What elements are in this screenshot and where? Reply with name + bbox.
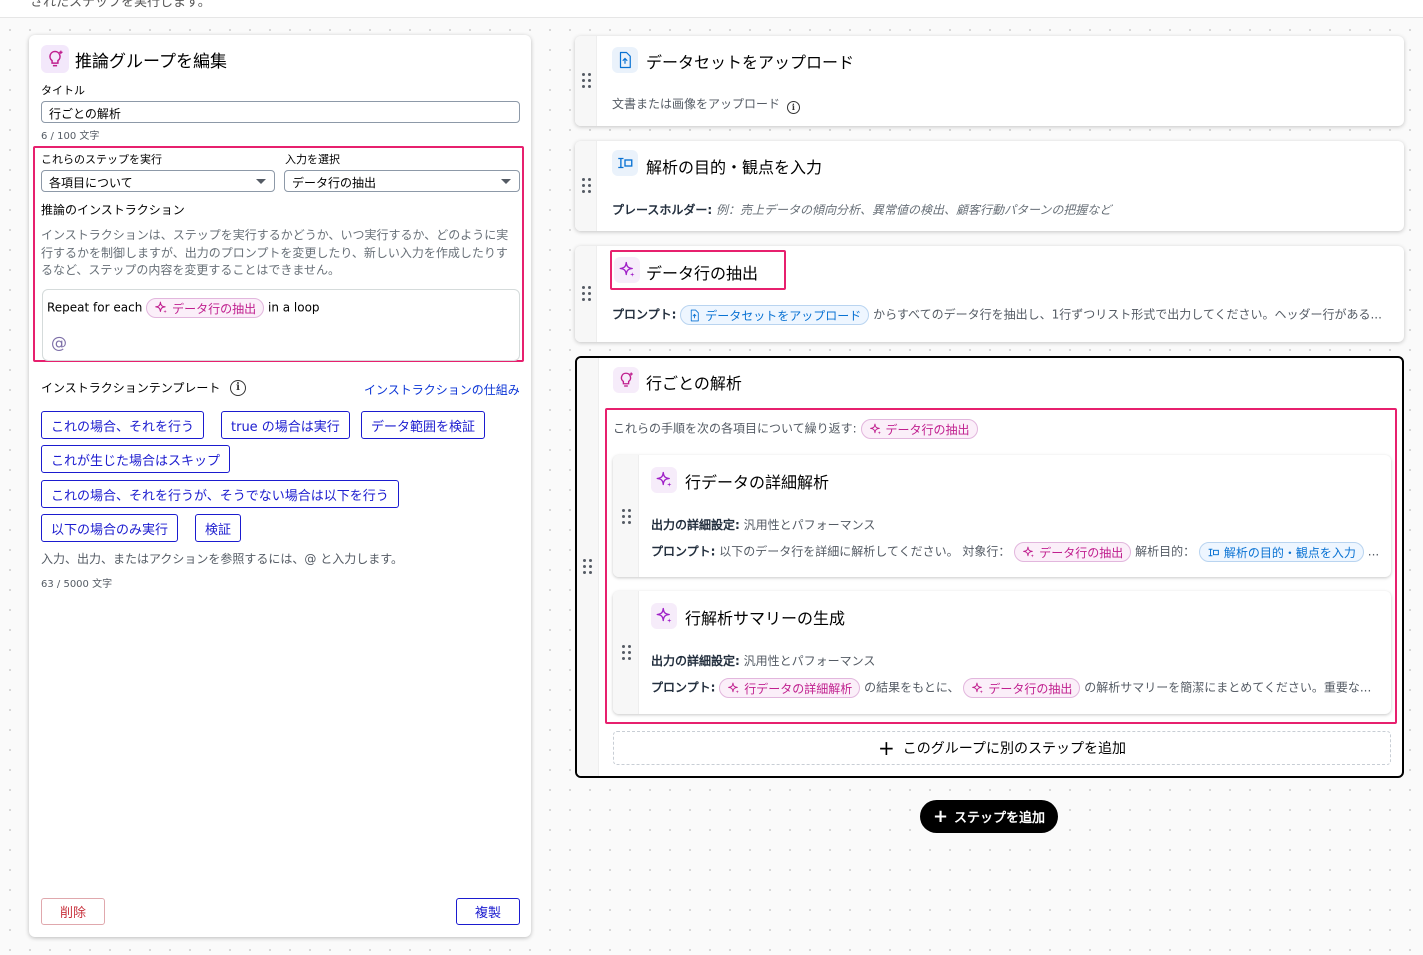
output-detail: 出力の詳細設定: 汎用性とパフォーマンス <box>651 518 876 532</box>
step-title: データセットをアップロード <box>646 53 855 72</box>
templates-heading: インストラクションテンプレート <box>41 381 221 395</box>
panel-title: 推論グループを編集 <box>75 52 227 72</box>
template-skip-if-button[interactable]: これが生じた場合はスキップ <box>41 445 231 473</box>
title-char-count: 6 / 100 文字 <box>41 131 100 142</box>
instruction-heading: 推論のインストラクション <box>41 203 185 217</box>
step-card-upload[interactable]: データセットをアップロード 文書または画像をアップロード i <box>575 36 1404 126</box>
drag-handle[interactable] <box>575 141 597 231</box>
prompt-reference-chip[interactable]: 解析の目的・観点を入力 <box>1198 542 1364 562</box>
drag-handle-icon <box>583 559 593 575</box>
step-title: 行データの詳細解析 <box>685 473 830 492</box>
input-select[interactable]: データ行の抽出 <box>284 170 520 192</box>
drag-handle-icon <box>582 73 592 89</box>
template-validate-button[interactable]: 検証 <box>195 514 242 542</box>
text-input-icon <box>1207 546 1220 559</box>
lightbulb-icon <box>613 367 639 393</box>
sparkle-icon <box>1022 546 1035 559</box>
step-meta: 文書または画像をアップロード i <box>612 95 800 114</box>
group-title: 行ごとの解析 <box>646 374 742 393</box>
top-description: されたステップを実行します。 <box>30 0 211 10</box>
how-instructions-work-link[interactable]: インストラクションの仕組み <box>364 381 520 398</box>
loop-description: これらの手順を次の各項目について繰り返す: データ行の抽出 <box>613 419 978 439</box>
drag-handle[interactable] <box>613 455 639 577</box>
prompt-reference-chip[interactable]: データ行の抽出 <box>1014 542 1132 562</box>
step-title: 解析の目的・観点を入力 <box>646 158 823 177</box>
at-mention-icon[interactable]: @ <box>51 333 67 352</box>
add-step-button[interactable]: + ステップを追加 <box>920 800 1058 833</box>
instruction-description: インストラクションは、ステップを実行するかどうか、いつ実行するか、どのように実行… <box>41 228 509 277</box>
step-title: 行解析サマリーの生成 <box>685 609 846 628</box>
step-card-purpose[interactable]: 解析の目的・観点を入力 プレースホルダー: 例：売上データの傾向分析、異常値の検… <box>575 141 1404 231</box>
sparkle-icon <box>651 467 677 493</box>
input-reference-chip[interactable]: データ行の抽出 <box>146 298 265 318</box>
instruction-editor[interactable]: Repeat for each データ行の抽出 in a loop @ <box>42 289 520 361</box>
loop-reference-chip[interactable]: データ行の抽出 <box>860 419 978 439</box>
prompt-reference-chip[interactable]: データセットをアップロード <box>680 305 870 325</box>
step-meta: プロンプト: データセットをアップロード からすべてのデータ行を抽出し、1行ずつ… <box>612 305 1382 325</box>
reference-hint: 入力、出力、またはアクションを参照するには、@ と入力します。 <box>41 552 404 566</box>
sparkle-icon <box>971 682 984 695</box>
step-title: データ行の抽出 <box>646 264 759 283</box>
lightbulb-icon <box>41 45 69 73</box>
step-card-row-detail[interactable]: 行データの詳細解析 出力の詳細設定: 汎用性とパフォーマンス プロンプト: 以下… <box>613 455 1391 577</box>
top-header-strip: されたステップを実行します。 <box>0 0 1423 18</box>
prompt-reference-chip[interactable]: 行データの詳細解析 <box>719 678 861 698</box>
plus-icon: + <box>878 736 895 760</box>
drag-handle[interactable] <box>575 246 597 342</box>
sparkle-icon <box>727 682 740 695</box>
drag-handle[interactable] <box>577 358 599 776</box>
chevron-down-icon <box>256 179 266 184</box>
add-step-to-group-button[interactable]: + このグループに別のステップを追加 <box>613 731 1391 765</box>
run-steps-label: これらのステップを実行 <box>41 153 162 166</box>
prompt-reference-chip[interactable]: データ行の抽出 <box>963 678 1081 698</box>
output-detail: 出力の詳細設定: 汎用性とパフォーマンス <box>651 654 876 668</box>
run-steps-select[interactable]: 各項目について <box>41 170 275 192</box>
upload-icon <box>688 309 701 322</box>
sparkle-icon <box>651 603 677 629</box>
template-if-else-button[interactable]: これの場合、それを行うが、そうでない場合は以下を行う <box>41 480 399 508</box>
plus-icon: + <box>932 805 949 827</box>
info-icon[interactable]: i <box>230 379 246 396</box>
sparkle-icon <box>869 423 882 436</box>
drag-handle[interactable] <box>575 36 597 126</box>
template-run-if-true-button[interactable]: true の場合は実行 <box>221 411 350 439</box>
template-validate-range-button[interactable]: データ範囲を検証 <box>361 411 486 439</box>
step-card-extract[interactable]: データ行の抽出 プロンプト: データセットをアップロード からすべてのデータ行を… <box>575 246 1404 342</box>
sparkle-icon <box>614 257 640 283</box>
step-prompt: プロンプト: 以下のデータ行を詳細に解析してください。 対象行： データ行の抽出… <box>651 542 1379 562</box>
info-icon[interactable]: i <box>786 100 800 114</box>
editor-suffix: in a loop <box>267 300 320 315</box>
drag-handle-icon <box>582 286 592 302</box>
step-card-row-summary[interactable]: 行解析サマリーの生成 出力の詳細設定: 汎用性とパフォーマンス プロンプト: 行… <box>613 591 1391 714</box>
drag-handle-icon <box>622 645 632 661</box>
drag-handle-icon <box>582 178 592 194</box>
template-if-then-button[interactable]: これの場合、それを行う <box>41 411 205 439</box>
template-run-only-if-button[interactable]: 以下の場合のみ実行 <box>41 514 179 542</box>
upload-icon <box>612 47 638 73</box>
edit-group-panel: 推論グループを編集 タイトル 行ごとの解析 6 / 100 文字 これらのステッ… <box>29 35 531 937</box>
delete-button[interactable]: 削除 <box>41 898 105 925</box>
drag-handle-icon <box>622 509 632 525</box>
drag-handle[interactable] <box>613 591 639 714</box>
text-input-icon <box>612 150 638 176</box>
step-prompt: プロンプト: 行データの詳細解析 の結果をもとに、 データ行の抽出 の解析サマリ… <box>651 678 1371 698</box>
step-meta: プレースホルダー: 例：売上データの傾向分析、異常値の検出、顧客行動パターンの把… <box>612 203 1112 217</box>
duplicate-button[interactable]: 複製 <box>456 898 520 925</box>
sparkle-icon <box>154 301 168 315</box>
title-input[interactable]: 行ごとの解析 <box>41 101 520 123</box>
chevron-down-icon <box>501 179 511 184</box>
title-label: タイトル <box>41 84 85 97</box>
reasoning-group-card[interactable]: 行ごとの解析 これらの手順を次の各項目について繰り返す: データ行の抽出 行デー… <box>575 356 1404 778</box>
input-select-label: 入力を選択 <box>285 153 340 166</box>
instruction-char-count: 63 / 5000 文字 <box>41 579 113 590</box>
editor-prefix: Repeat for each <box>47 300 143 315</box>
